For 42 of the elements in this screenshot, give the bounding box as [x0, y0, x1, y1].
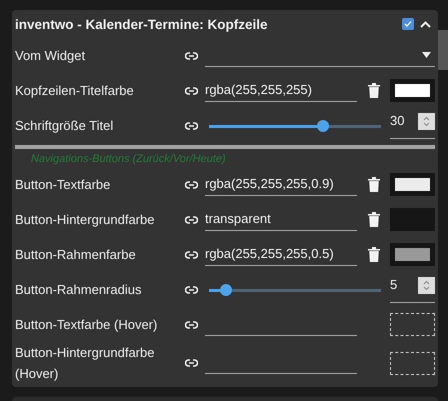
field-label: Vom Widget: [15, 47, 86, 65]
spinner-icon[interactable]: [418, 112, 435, 130]
color-field[interactable]: rgba(255,255,255,0.9): [205, 174, 357, 196]
link-icon[interactable]: [185, 320, 198, 328]
color-swatch[interactable]: [390, 173, 435, 196]
field-label: Schriftgröße Titel: [15, 117, 114, 135]
field-label: Kopfzeilen-Titelfarbe: [15, 82, 135, 100]
link-icon[interactable]: [185, 52, 198, 60]
number-field[interactable]: 30: [390, 112, 435, 138]
caret-icon: [422, 52, 431, 58]
link-icon[interactable]: [185, 122, 198, 130]
spinner-icon[interactable]: [418, 276, 435, 294]
field-label: Button-Rahmenfarbe: [15, 246, 137, 264]
field-label: Button-Hintergrundfarbe (Hover): [15, 344, 156, 383]
number-field[interactable]: 5: [390, 276, 435, 302]
field-label: Button-Textfarbe: [15, 176, 112, 194]
panel-title: inventwo - Kalender-Termine: Kopfzeile: [15, 16, 269, 32]
slider[interactable]: [209, 284, 381, 296]
trash-icon[interactable]: [368, 177, 380, 192]
trash-icon[interactable]: [368, 212, 380, 227]
section-heading: Navigations-Buttons (Zurück/Vor/Heute): [30, 152, 227, 167]
field-label: Button-Textfarbe (Hover): [15, 316, 158, 334]
link-icon[interactable]: [185, 216, 198, 224]
scrollbar[interactable]: [438, 30, 448, 70]
color-field[interactable]: rgba(255,255,255): [205, 80, 357, 102]
checkbox[interactable]: [402, 18, 414, 30]
trash-icon[interactable]: [368, 83, 380, 98]
color-swatch[interactable]: [390, 208, 435, 231]
color-swatch[interactable]: [390, 243, 435, 266]
link-icon[interactable]: [185, 286, 198, 294]
field-label: Button-Rahmenradius: [15, 281, 142, 299]
color-swatch[interactable]: [390, 79, 435, 102]
color-field[interactable]: rgba(255,255,255,0.5): [205, 244, 357, 266]
trash-icon[interactable]: [368, 247, 380, 262]
collapse-icon[interactable]: [420, 20, 431, 28]
field-label: Button-Hintergrundfarbe: [15, 211, 156, 229]
link-icon[interactable]: [185, 250, 198, 258]
link-icon[interactable]: [185, 180, 198, 188]
link-icon[interactable]: [185, 359, 198, 367]
link-icon[interactable]: [185, 86, 198, 94]
slider[interactable]: [209, 120, 381, 132]
color-field[interactable]: transparent: [205, 208, 357, 230]
